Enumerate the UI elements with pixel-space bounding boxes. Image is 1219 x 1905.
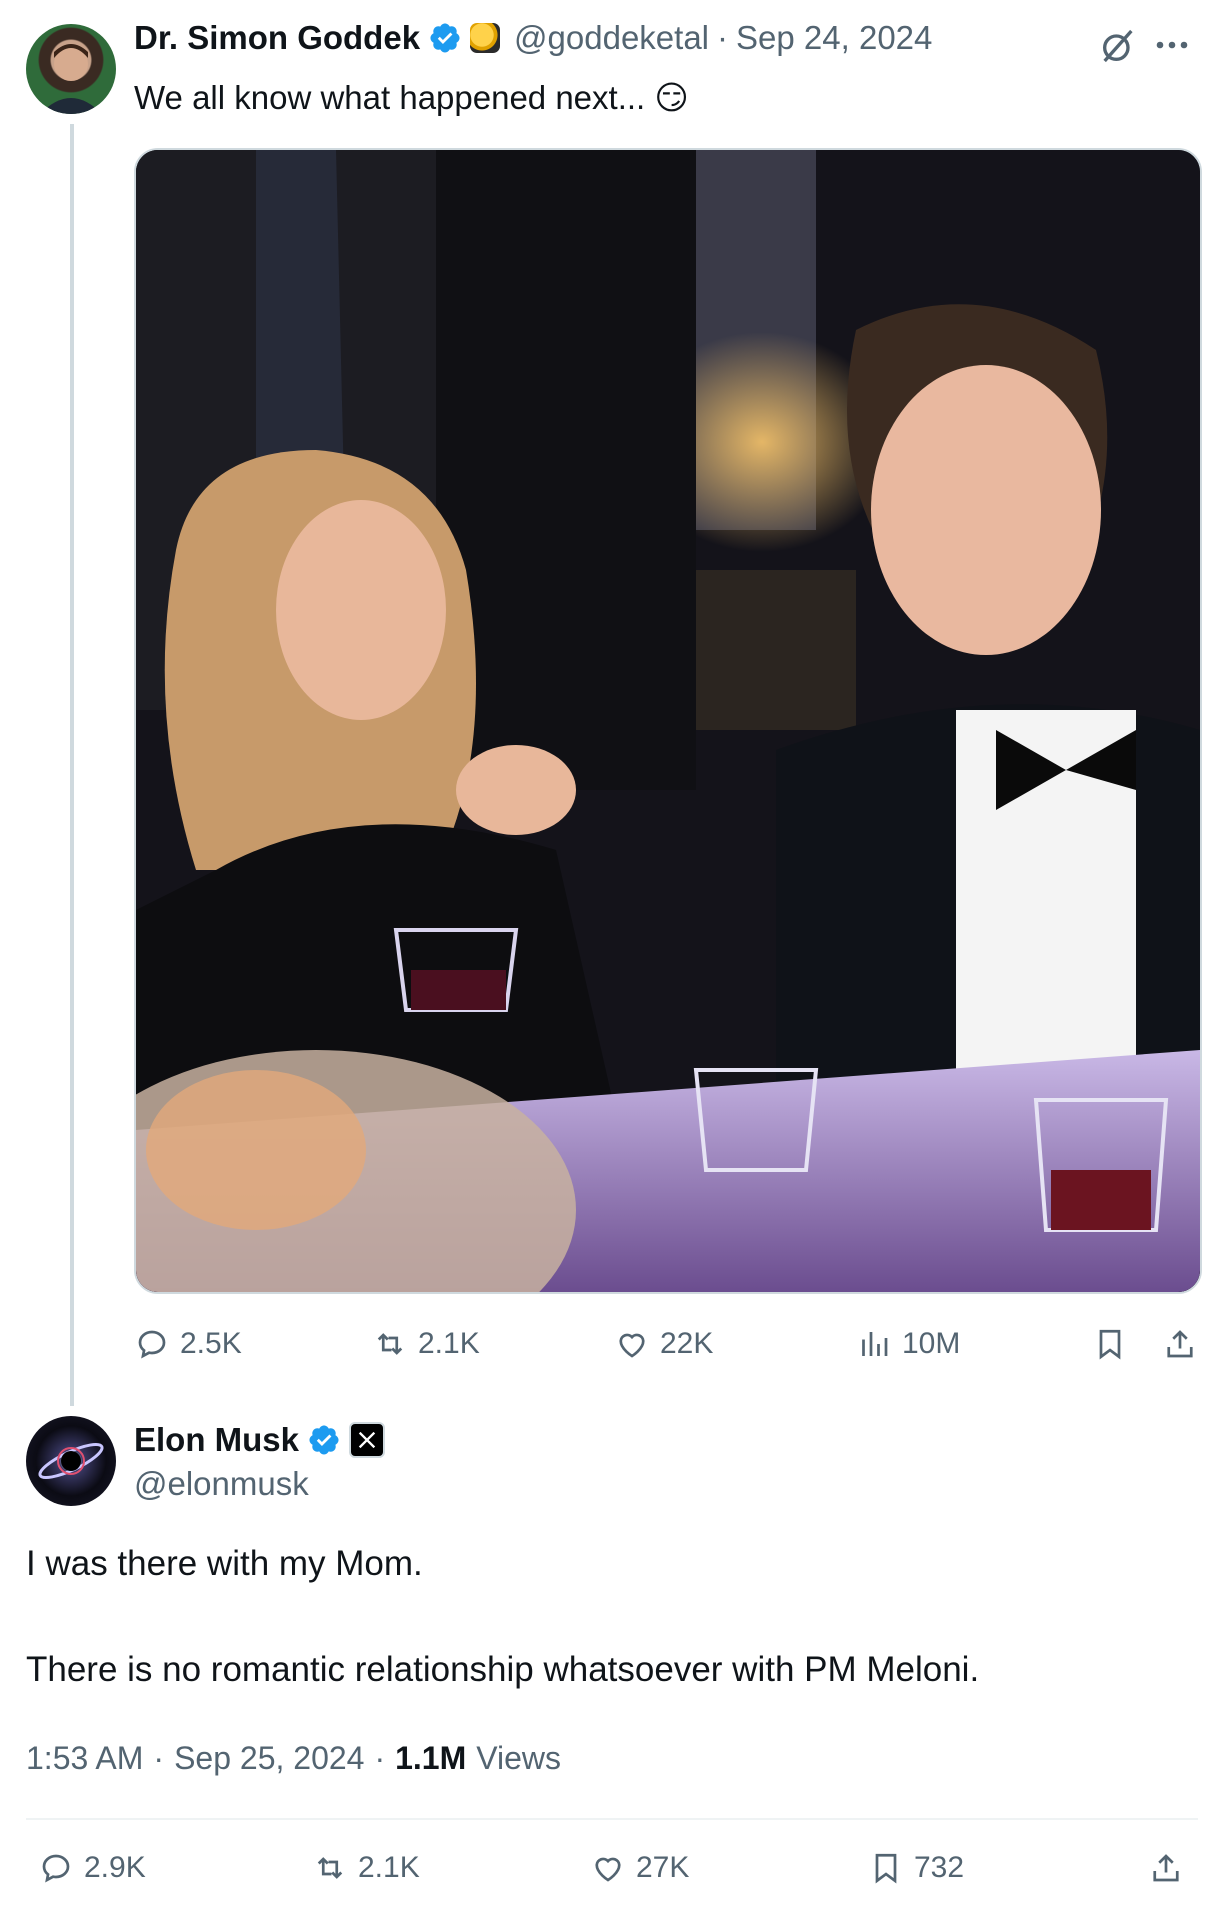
repost-icon [317, 1857, 343, 1879]
author-avatar[interactable] [26, 24, 116, 114]
author-name[interactable]: Dr. Simon Goddek [134, 18, 420, 58]
reply-icon [138, 1330, 166, 1359]
main-tweet-header: Elon Musk [134, 1420, 386, 1460]
reply-button[interactable]: 2.9K [38, 1850, 146, 1886]
like-count: 27K [636, 1851, 690, 1884]
tweet-date[interactable]: Sep 25, 2024 [174, 1738, 364, 1778]
photo-illustration [136, 150, 1200, 1292]
tweet-meta: 1:53 AM · Sep 25, 2024 · 1.1M Views [26, 1738, 561, 1778]
repost-button[interactable]: 2.1K [312, 1850, 420, 1886]
tweet-text-line-1: I was there with my Mom. [26, 1544, 423, 1583]
heart-icon [595, 1857, 621, 1882]
bookmark-count: 732 [914, 1851, 965, 1884]
black-hole-avatar-icon [38, 1442, 104, 1480]
x-affiliate-icon [349, 1422, 386, 1458]
thread-connector-line [70, 124, 74, 1406]
views-count: 1.1M [395, 1740, 467, 1776]
tweet-date[interactable]: Sep 24, 2024 [736, 18, 932, 58]
reply-button[interactable]: 2.5K [134, 1326, 242, 1362]
share-icon [1167, 1330, 1193, 1358]
tweet-text-line-2: There is no romantic relationship whatso… [26, 1650, 980, 1689]
repost-count: 2.1K [418, 1327, 480, 1360]
tweet-photo[interactable] [134, 148, 1202, 1294]
author-handle[interactable]: @goddeketal [514, 18, 709, 58]
share-icon [1153, 1854, 1179, 1882]
heart-icon [619, 1333, 645, 1358]
repost-icon [377, 1333, 403, 1355]
views-label: Views [476, 1740, 562, 1776]
separator-dot: · [717, 19, 729, 56]
more-options-icon[interactable] [1154, 30, 1190, 60]
reply-count: 2.5K [180, 1327, 242, 1360]
divider [26, 1818, 1198, 1820]
repost-button[interactable]: 2.1K [372, 1326, 480, 1362]
share-button[interactable] [1148, 1850, 1184, 1891]
verified-badge-icon [309, 1425, 339, 1455]
view-count: 10M [902, 1327, 961, 1360]
separator-dot: · [153, 1740, 165, 1776]
author-name[interactable]: Elon Musk [134, 1420, 299, 1460]
verified-badge-icon [430, 23, 460, 53]
like-count: 22K [660, 1327, 714, 1360]
author-avatar[interactable] [26, 1416, 116, 1506]
share-button[interactable] [1162, 1326, 1198, 1367]
bookmark-button[interactable]: 732 [868, 1850, 964, 1886]
tweet-header: Dr. Simon Goddek @goddeketal · Sep 24, 2… [134, 18, 932, 58]
analytics-icon [862, 1332, 888, 1356]
reply-icon [42, 1854, 70, 1883]
avatar-portrait [40, 44, 102, 114]
separator-dot: · [374, 1740, 386, 1776]
bookmark-icon [1099, 1329, 1121, 1360]
author-handle[interactable]: @elonmusk [134, 1464, 309, 1504]
bookmark-button[interactable] [1092, 1326, 1128, 1367]
repost-count: 2.1K [358, 1851, 420, 1884]
like-button[interactable]: 22K [614, 1326, 713, 1362]
like-button[interactable]: 27K [590, 1850, 689, 1886]
tweet-text: We all know what happened next... 😏 [134, 79, 689, 116]
bookmark-icon [875, 1853, 897, 1884]
affiliate-coin-icon [470, 23, 501, 53]
grok-icon[interactable] [1098, 26, 1138, 66]
views-button[interactable]: 10M [856, 1326, 960, 1362]
reply-count: 2.9K [84, 1851, 146, 1884]
tweet-time[interactable]: 1:53 AM [26, 1738, 143, 1778]
